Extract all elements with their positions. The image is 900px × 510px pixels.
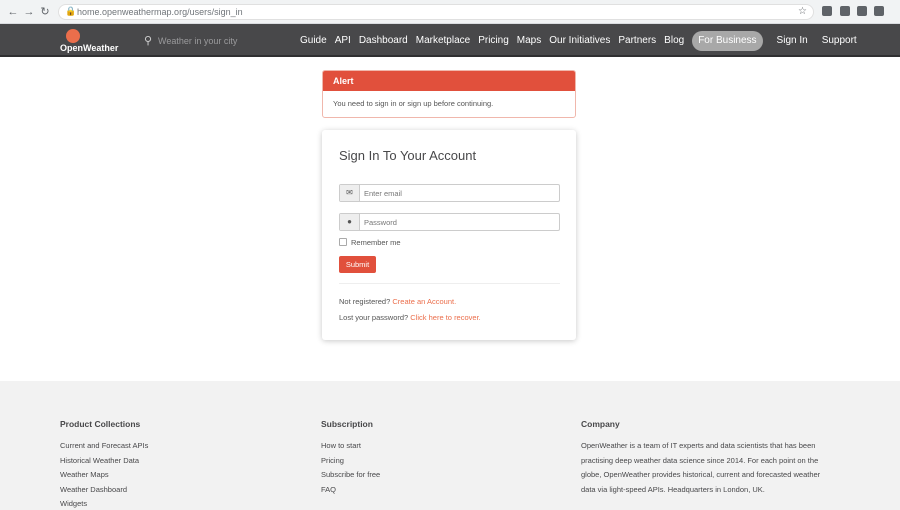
search-input[interactable] [158, 33, 254, 49]
create-account-link[interactable]: Create an Account. [392, 297, 456, 306]
bookmark-star-icon[interactable]: ☆ [798, 6, 807, 17]
site-search: ⚲ [144, 33, 254, 49]
remember-me: Remember me [339, 237, 401, 247]
submit-button[interactable]: Submit [339, 256, 376, 273]
footer-company-column: Company OpenWeather is a team of IT expe… [581, 419, 831, 497]
support-menu[interactable]: Support [822, 31, 857, 51]
reload-icon[interactable]: ↻ [38, 5, 52, 19]
tab-search-icon[interactable] [857, 6, 867, 16]
sign-in-link[interactable]: Sign In [777, 31, 808, 51]
alert-title: Alert [323, 71, 575, 91]
nav-item-blog[interactable]: Blog [664, 31, 684, 51]
forward-icon[interactable]: → [22, 5, 36, 19]
footer-link[interactable]: Weather Dashboard [60, 483, 148, 498]
nav-item-maps[interactable]: Maps [517, 31, 541, 51]
address-bar[interactable]: 🔒 home.openweathermap.org/users/sign_in … [58, 4, 814, 20]
footer-link[interactable]: Historical Weather Data [60, 454, 148, 469]
main-menu: Guide API Dashboard Marketplace Pricing … [300, 31, 865, 51]
remember-me-label[interactable]: Remember me [351, 238, 401, 247]
email-icon: ✉ [340, 185, 360, 201]
footer-link[interactable]: Current and Forecast APIs [60, 439, 148, 454]
alert-message: You need to sign in or sign up before co… [333, 99, 494, 108]
browser-menu-icon[interactable] [874, 6, 884, 16]
sign-in-title: Sign In To Your Account [339, 148, 477, 163]
footer-subscription-column: Subscription How to start Pricing Subscr… [321, 419, 380, 497]
footer-link[interactable]: Widgets [60, 497, 148, 510]
nav-item-partners[interactable]: Partners [618, 31, 656, 51]
panel-divider [339, 283, 560, 284]
remember-me-checkbox[interactable] [339, 238, 347, 246]
back-icon[interactable]: ← [6, 5, 20, 19]
footer-company-heading: Company [581, 419, 620, 429]
footer-subscription-heading: Subscription [321, 419, 373, 429]
lock-icon: ● [340, 214, 360, 230]
footer-link[interactable]: Pricing [321, 454, 380, 469]
email-field: ✉ [339, 184, 560, 202]
password-field: ● [339, 213, 560, 231]
site-footer: Product Collections Current and Forecast… [0, 381, 900, 510]
footer-link[interactable]: Subscribe for free [321, 468, 380, 483]
footer-company-text: OpenWeather is a team of IT experts and … [581, 441, 821, 494]
extension-icon[interactable] [822, 6, 832, 16]
footer-product-column: Product Collections Current and Forecast… [60, 419, 148, 510]
search-icon: ⚲ [144, 35, 153, 47]
nav-item-api[interactable]: API [335, 31, 351, 51]
footer-product-heading: Product Collections [60, 419, 141, 429]
lost-password-text: Lost your password? [339, 313, 409, 322]
profile-icon[interactable] [840, 6, 850, 16]
nav-item-pricing[interactable]: Pricing [478, 31, 509, 51]
recover-line: Lost your password? Click here to recove… [339, 313, 481, 322]
password-input[interactable] [364, 215, 556, 229]
nav-item-guide[interactable]: Guide [300, 31, 327, 51]
recover-password-link[interactable]: Click here to recover. [410, 313, 480, 322]
sign-in-panel: Sign In To Your Account ✉ ● Remember me … [322, 130, 576, 340]
not-registered-text: Not registered? [339, 297, 391, 306]
top-navigation: OpenWeather ⚲ Guide API Dashboard Market… [0, 24, 900, 57]
for-business-button[interactable]: For Business [692, 31, 763, 51]
browser-toolbar: ← → ↻ 🔒 home.openweathermap.org/users/si… [0, 0, 900, 24]
footer-link[interactable]: FAQ [321, 483, 380, 498]
address-url[interactable]: home.openweathermap.org/users/sign_in [77, 7, 243, 17]
nav-item-our-initiatives[interactable]: Our Initiatives [549, 31, 610, 51]
register-line: Not registered? Create an Account. [339, 297, 456, 306]
email-input[interactable] [364, 186, 556, 200]
footer-link[interactable]: How to start [321, 439, 380, 454]
lock-icon: 🔒 [65, 6, 77, 16]
nav-item-marketplace[interactable]: Marketplace [416, 31, 470, 51]
footer-link[interactable]: Weather Maps [60, 468, 148, 483]
brand-name: OpenWeather [60, 43, 119, 53]
alert-box: Alert You need to sign in or sign up bef… [322, 70, 576, 118]
logo-sun-icon [66, 29, 80, 43]
brand-logo[interactable]: OpenWeather [60, 28, 119, 54]
nav-item-dashboard[interactable]: Dashboard [359, 31, 408, 51]
